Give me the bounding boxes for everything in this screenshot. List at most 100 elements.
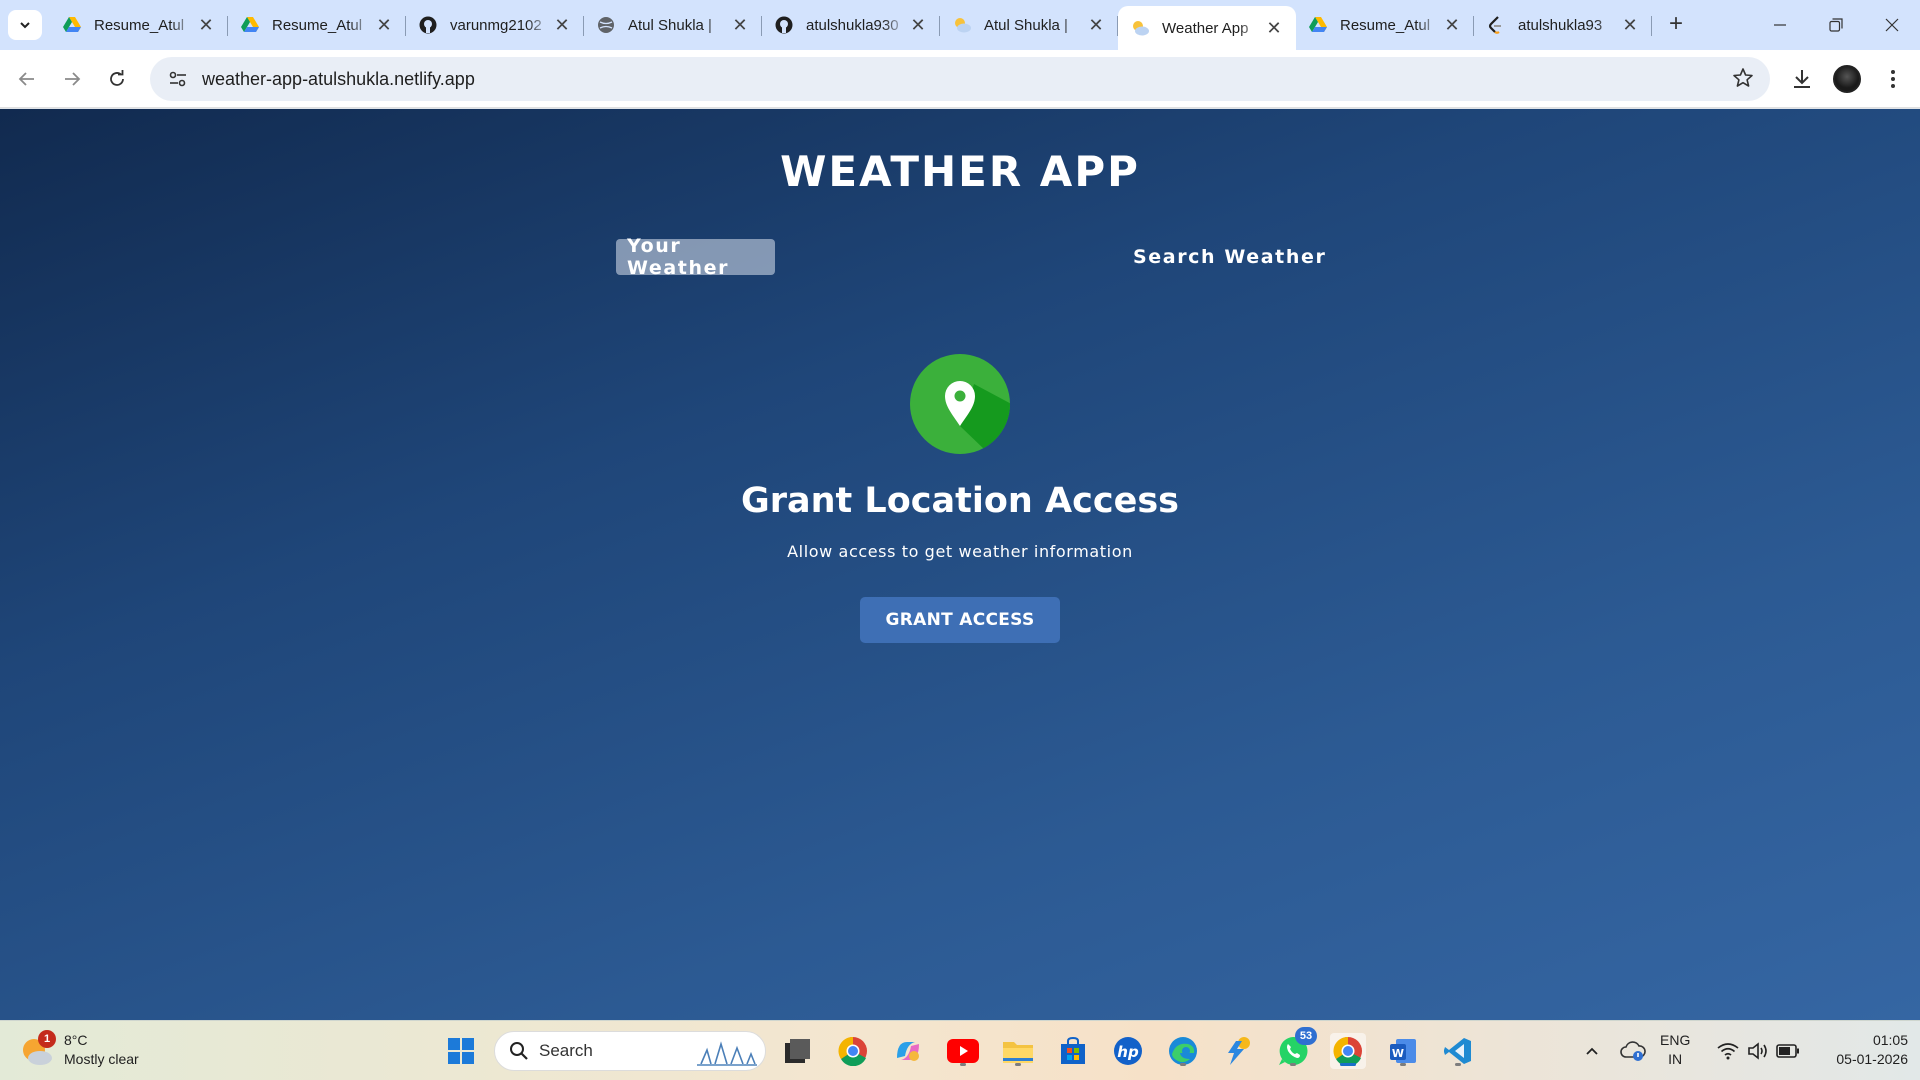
- running-indicator: [1290, 1063, 1296, 1066]
- bookmark-star-icon[interactable]: [1732, 67, 1754, 94]
- close-tab-icon[interactable]: ✕: [1620, 15, 1640, 35]
- grant-access-button[interactable]: GRANT ACCESS: [860, 597, 1060, 643]
- browser-tab[interactable]: Resume_Atul ✕: [50, 6, 228, 44]
- windows-logo-icon: [448, 1038, 474, 1064]
- language-code: ENG: [1660, 1032, 1691, 1048]
- reload-button[interactable]: [100, 62, 134, 96]
- weather-app-page: WEATHER APP Your Weather Search Weather …: [0, 109, 1920, 1020]
- close-tab-icon[interactable]: ✕: [374, 15, 394, 35]
- address-bar[interactable]: weather-app-atulshukla.netlify.app: [150, 57, 1770, 101]
- chrome-icon: [838, 1036, 867, 1066]
- clock-time: 01:05: [1872, 1032, 1908, 1048]
- browser-tab[interactable]: Atul Shukla | ✕: [584, 6, 762, 44]
- browser-tab[interactable]: atulshukla93 ✕: [1474, 6, 1652, 44]
- notification-badge: 53: [1295, 1027, 1317, 1045]
- globe-icon: [596, 15, 616, 35]
- browser-tab[interactable]: Resume_Atul ✕: [1296, 6, 1474, 44]
- task-view-button[interactable]: [780, 1033, 816, 1069]
- start-button[interactable]: [443, 1033, 479, 1069]
- weather-icon: [952, 15, 972, 35]
- leetcode-icon: [1486, 15, 1506, 35]
- grant-location-subtitle: Allow access to get weather information: [787, 542, 1133, 561]
- download-icon: [1794, 70, 1810, 88]
- taskbar-youtube-button[interactable]: [945, 1033, 981, 1069]
- running-indicator: [1400, 1063, 1406, 1066]
- close-tab-icon[interactable]: ✕: [1264, 18, 1284, 38]
- arrow-right-icon: [65, 72, 81, 86]
- moon-cloud-icon: 1: [20, 1030, 56, 1068]
- tab-title: Resume_Atul: [94, 16, 185, 34]
- microsoft-store-icon: [1061, 1036, 1085, 1064]
- taskbar-search[interactable]: Search: [494, 1031, 766, 1071]
- onedrive-status-button[interactable]: [1615, 1033, 1651, 1069]
- battery-icon: [1776, 1044, 1799, 1058]
- running-indicator: [1180, 1063, 1186, 1066]
- plus-icon: +: [1668, 10, 1683, 37]
- browser-tab-strip: Resume_Atul ✕ Resume_Atul ✕ varunmg2102 …: [0, 0, 1920, 50]
- minimize-button[interactable]: [1752, 0, 1808, 50]
- close-tab-icon[interactable]: ✕: [1086, 15, 1106, 35]
- taskbar-edge-button[interactable]: [1165, 1033, 1201, 1069]
- taskbar-word-button[interactable]: W: [1385, 1033, 1421, 1069]
- close-tab-icon[interactable]: ✕: [908, 15, 928, 35]
- taskbar-search-label: Search: [539, 1041, 593, 1060]
- clock[interactable]: 01:05 05-01-2026: [1812, 1031, 1908, 1069]
- tab-title: varunmg2102: [450, 16, 542, 34]
- tab-search-button[interactable]: [8, 10, 42, 40]
- close-icon: [1885, 18, 1899, 32]
- chevron-down-icon: [20, 22, 30, 29]
- site-info-icon[interactable]: [156, 57, 200, 101]
- tab-title: Weather App: [1162, 19, 1249, 37]
- tab-list: Resume_Atul ✕ Resume_Atul ✕ varunmg2102 …: [50, 6, 1694, 50]
- close-tab-icon[interactable]: ✕: [1442, 15, 1462, 35]
- taskbar-chrome-button[interactable]: [835, 1033, 871, 1069]
- taskbar-whatsapp-button[interactable]: 53: [1275, 1027, 1317, 1069]
- url-text[interactable]: weather-app-atulshukla.netlify.app: [202, 69, 475, 90]
- github-icon: [418, 15, 438, 35]
- language-region: IN: [1668, 1051, 1683, 1067]
- taskbar-chrome-active-button[interactable]: [1330, 1033, 1366, 1069]
- tab-search-weather[interactable]: Search Weather: [1122, 239, 1337, 275]
- close-tab-icon[interactable]: ✕: [196, 15, 216, 35]
- tab-your-weather[interactable]: Your Weather: [616, 235, 775, 279]
- taskbar-weather-app-button[interactable]: [1220, 1033, 1256, 1069]
- tab-title: atulshukla93: [1518, 16, 1603, 34]
- browser-tab[interactable]: Resume_Atul ✕: [228, 6, 406, 44]
- browser-toolbar: weather-app-atulshukla.netlify.app: [0, 50, 1920, 108]
- battery-button[interactable]: [1770, 1033, 1806, 1069]
- close-tab-icon[interactable]: ✕: [730, 15, 750, 35]
- browser-tab-active[interactable]: Weather App ✕: [1118, 6, 1296, 50]
- browser-menu-button[interactable]: [1876, 62, 1910, 96]
- location-pin-icon: [910, 354, 1010, 454]
- reload-icon: [110, 70, 124, 86]
- google-drive-icon: [62, 15, 82, 35]
- taskbar-vscode-button[interactable]: [1440, 1033, 1476, 1069]
- hp-icon: hp: [1114, 1037, 1142, 1065]
- window-controls: [1752, 0, 1920, 50]
- restore-button[interactable]: [1808, 0, 1864, 50]
- downloads-button[interactable]: [1785, 62, 1819, 96]
- weather-alert-badge: 1: [38, 1030, 56, 1048]
- profile-button[interactable]: [1830, 62, 1864, 96]
- close-window-button[interactable]: [1864, 0, 1920, 50]
- forward-button[interactable]: [55, 62, 89, 96]
- back-button[interactable]: [10, 62, 44, 96]
- taskbar-file-explorer-button[interactable]: [1000, 1033, 1036, 1069]
- search-icon: [510, 1042, 528, 1060]
- language-indicator[interactable]: ENG IN: [1660, 1031, 1690, 1069]
- browser-tab[interactable]: Atul Shukla | ✕: [940, 6, 1118, 44]
- active-indicator: [1340, 1063, 1356, 1066]
- browser-tab[interactable]: varunmg2102 ✕: [406, 6, 584, 44]
- tab-title: atulshukla930: [806, 16, 899, 34]
- taskbar-copilot-button[interactable]: [890, 1033, 926, 1069]
- new-tab-button[interactable]: +: [1658, 6, 1694, 42]
- avatar: [1833, 65, 1861, 93]
- taskbar-store-button[interactable]: [1055, 1033, 1091, 1069]
- browser-tab[interactable]: atulshukla930 ✕: [762, 6, 940, 44]
- weather-widget[interactable]: 1 8°C Mostly clear: [20, 1030, 139, 1069]
- taskbar-hp-button[interactable]: hp: [1110, 1033, 1146, 1069]
- show-hidden-icons-button[interactable]: [1574, 1033, 1610, 1069]
- running-indicator: [1015, 1063, 1021, 1066]
- close-tab-icon[interactable]: ✕: [552, 15, 572, 35]
- svg-text:W: W: [1392, 1047, 1404, 1060]
